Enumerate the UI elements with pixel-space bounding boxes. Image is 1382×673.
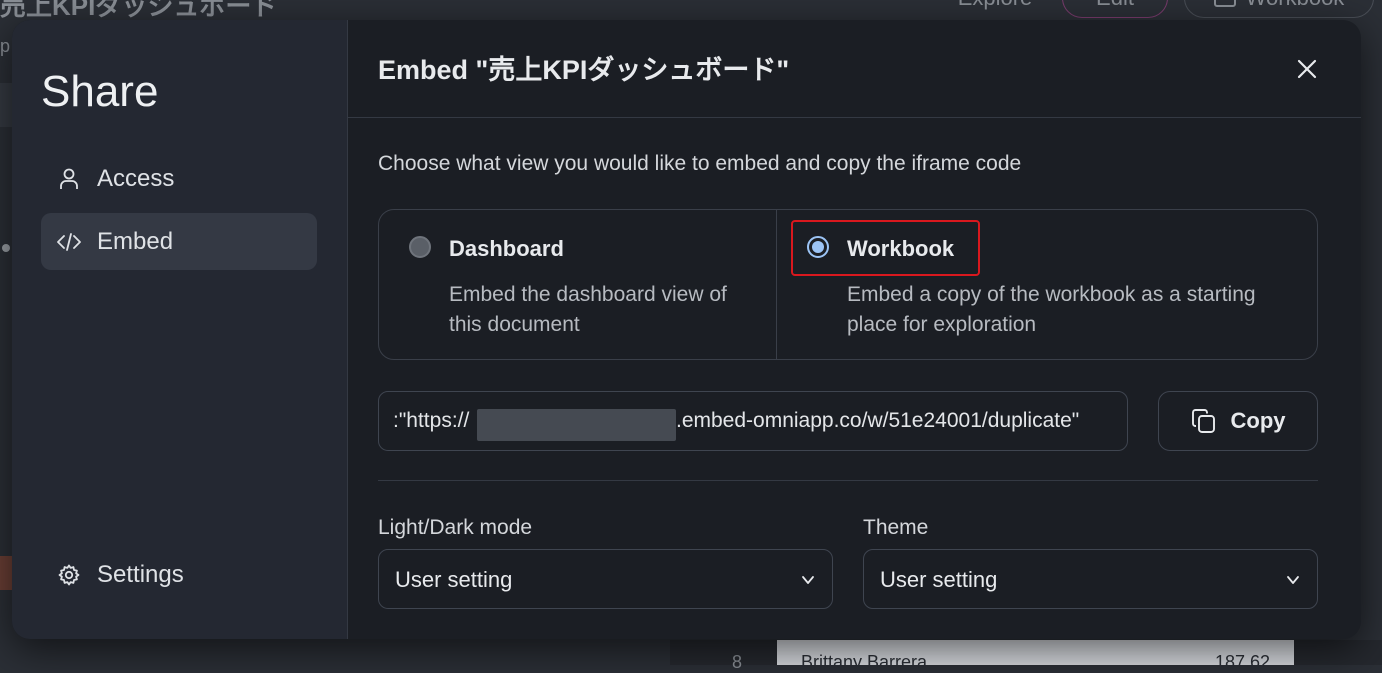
theme-label: Theme <box>863 516 929 539</box>
background-dot <box>2 244 10 252</box>
share-modal: Share Access Embed Settings Embed "売上KPI… <box>12 20 1361 639</box>
url-suffix: .embed-omniapp.co/w/51e24001/duplicate" <box>676 409 1080 432</box>
close-icon <box>1297 59 1317 79</box>
sidebar-item-access[interactable]: Access <box>41 150 317 207</box>
chevron-down-icon <box>802 576 814 584</box>
iframe-code-field[interactable]: :"https:// .embed-omniapp.co/w/51e24001/… <box>378 391 1128 451</box>
sidebar-item-label: Embed <box>97 227 174 255</box>
background-accent-block <box>0 556 12 590</box>
workbook-radio[interactable] <box>807 236 829 258</box>
user-icon <box>57 167 81 191</box>
embed-view-options: Dashboard Embed the dashboard view of th… <box>378 209 1318 360</box>
background-explore-button: Explore <box>950 0 1040 18</box>
sidebar-item-embed[interactable]: Embed <box>41 213 317 270</box>
code-icon <box>57 230 81 254</box>
background-row-value: 187.62 <box>1214 652 1270 672</box>
background-text-fragment: p <box>0 36 11 56</box>
sidebar-item-label: Access <box>97 164 175 192</box>
background-row-number: 8 <box>732 652 743 672</box>
option-description: Embed the dashboard view of this documen… <box>449 283 727 336</box>
background-workbook-button: Workbook <box>1184 0 1374 18</box>
redacted-subdomain <box>477 409 676 441</box>
option-label: Workbook <box>847 236 955 261</box>
embed-instruction: Choose what view you would like to embed… <box>378 152 1022 175</box>
background-workbook-label: Workbook <box>1246 0 1345 11</box>
sidebar-item-label: Settings <box>97 560 184 588</box>
option-label: Dashboard <box>449 236 564 261</box>
section-divider <box>378 480 1318 481</box>
close-button[interactable] <box>1292 54 1322 84</box>
copy-button[interactable]: Copy <box>1158 391 1318 451</box>
copy-icon <box>1191 409 1215 433</box>
option-description: Embed a copy of the workbook as a starti… <box>847 283 1256 336</box>
mode-value: User setting <box>395 567 513 592</box>
copy-label: Copy <box>1230 408 1286 433</box>
chevron-down-icon <box>1287 576 1299 584</box>
dialog-title: Embed "売上KPIダッシュボード" <box>378 55 790 85</box>
background-row-name: Brittany Barrera <box>801 652 928 672</box>
mode-select[interactable]: User setting <box>378 549 833 609</box>
theme-select[interactable]: User setting <box>863 549 1318 609</box>
option-workbook[interactable]: Workbook Embed a copy of the workbook as… <box>777 210 1317 359</box>
dashboard-radio[interactable] <box>409 236 431 258</box>
share-title: Share <box>41 67 159 116</box>
background-band <box>0 83 12 127</box>
sidebar-item-settings[interactable]: Settings <box>41 546 317 603</box>
option-dashboard[interactable]: Dashboard Embed the dashboard view of th… <box>379 210 776 359</box>
gear-icon <box>57 563 81 587</box>
workbook-icon <box>1213 0 1236 7</box>
embed-panel: Embed "売上KPIダッシュボード" Choose what view yo… <box>348 20 1361 639</box>
background-table-row: Brittany Barrera 187.62 <box>777 640 1294 672</box>
url-prefix: :"https:// <box>393 409 470 432</box>
theme-value: User setting <box>880 567 998 592</box>
background-edit-button: Edit <box>1062 0 1168 18</box>
dialog-header: Embed "売上KPIダッシュボード" <box>348 20 1361 118</box>
share-sidebar: Share Access Embed Settings <box>12 20 348 639</box>
mode-label: Light/Dark mode <box>378 516 533 539</box>
